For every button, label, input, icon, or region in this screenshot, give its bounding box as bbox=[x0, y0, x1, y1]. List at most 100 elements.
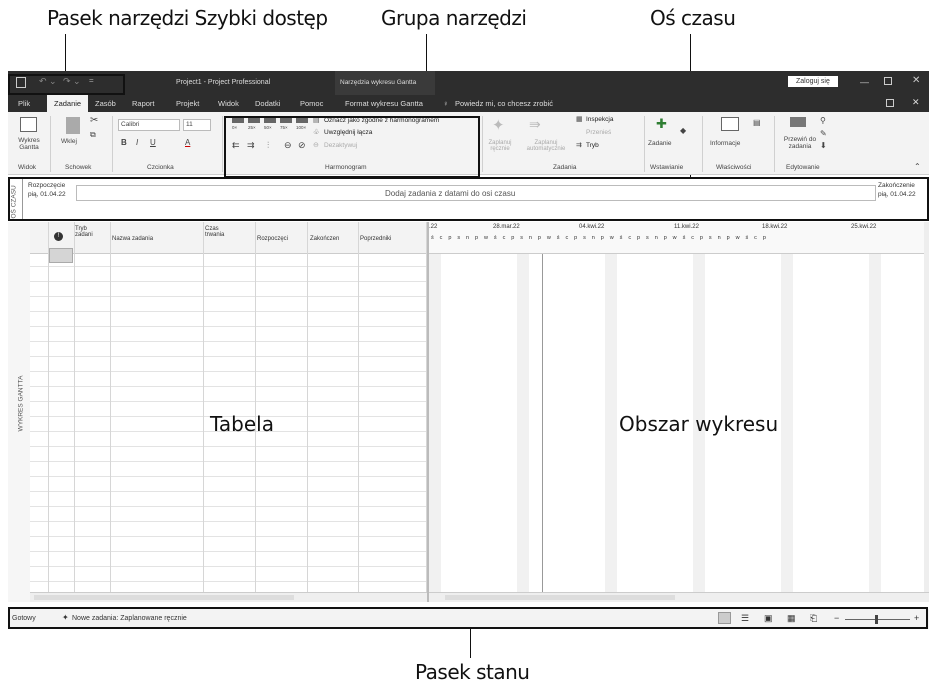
pct-100-button[interactable] bbox=[296, 118, 308, 123]
tell-me-input[interactable]: Powiedz mi, co chcesz zrobić bbox=[455, 99, 553, 108]
bold-button[interactable]: B bbox=[121, 138, 127, 147]
mark-on-track-button[interactable]: Oznacz jako zgodne z harmonogramem bbox=[324, 117, 439, 124]
col-header-start[interactable]: Rozpoczęci bbox=[257, 236, 288, 242]
paste-button[interactable]: Wklej bbox=[61, 138, 77, 145]
report-icon[interactable]: ⎗ bbox=[810, 613, 817, 624]
tab-help[interactable]: Pomoc bbox=[300, 99, 323, 108]
col-header-predecessors[interactable]: Poprzedniki bbox=[360, 236, 391, 242]
move-button[interactable]: Przenieś bbox=[586, 129, 611, 136]
close-doc-icon[interactable]: ✕ bbox=[912, 97, 920, 108]
copy-icon[interactable]: ⧉ bbox=[90, 130, 96, 140]
maximize-icon[interactable] bbox=[884, 77, 892, 85]
task-usage-icon[interactable]: ☰ bbox=[741, 613, 749, 624]
split-icon[interactable]: ⫶ bbox=[267, 140, 269, 151]
font-size-select[interactable]: 11 bbox=[183, 119, 211, 131]
col-header-task-name[interactable]: Nazwa zadania bbox=[112, 236, 153, 242]
minimize-icon[interactable]: — bbox=[860, 77, 869, 87]
pct-50-button[interactable] bbox=[264, 118, 276, 123]
col-header-finish[interactable]: Zakończen bbox=[310, 236, 339, 242]
milestone-icon[interactable]: ◆ bbox=[680, 126, 686, 135]
gantt-view-icon[interactable] bbox=[718, 612, 731, 624]
title-bar: ↶ ⌄ ↷ ⌄ = Project1 - Project Professiona… bbox=[8, 71, 929, 95]
callout-tool-group: Grupa narzędzi bbox=[381, 6, 527, 30]
callout-qat: Pasek narzędzi Szybki dostęp bbox=[47, 6, 328, 30]
information-button[interactable]: Informacje bbox=[710, 140, 740, 147]
pct-25-button[interactable] bbox=[248, 118, 260, 123]
chart-area[interactable]: .22 28.mar.22 04.kwi.22 11.kwi.22 18.kwi… bbox=[429, 222, 924, 592]
auto-schedule-button[interactable]: Zaplanuj automatycznie bbox=[520, 140, 572, 152]
underline-button[interactable]: U bbox=[150, 138, 156, 147]
day-headers: ś c p s n p w ś c p s n p w ś c p s n p … bbox=[431, 235, 769, 241]
window-title: Project1 - Project Professional bbox=[176, 79, 271, 86]
mode-button[interactable]: Tryb bbox=[586, 142, 599, 149]
chart-h-scrollbar[interactable] bbox=[429, 592, 929, 602]
pct-100-label: 100× bbox=[296, 125, 307, 130]
pct-25-label: 25× bbox=[248, 125, 256, 130]
vertical-scrollbar[interactable] bbox=[924, 222, 929, 592]
tab-resource[interactable]: Zasób bbox=[95, 99, 116, 108]
ribbon-options-icon[interactable] bbox=[886, 99, 894, 107]
timeline-side-label: OŚ CZASU bbox=[10, 185, 18, 219]
notes-icon[interactable]: ▤ bbox=[753, 118, 761, 127]
gantt-chart-button[interactable]: Wykres Gantta bbox=[10, 137, 48, 151]
unlink-icon[interactable]: ⊘ bbox=[298, 140, 306, 151]
redo-icon[interactable]: ↷ ⌄ bbox=[63, 76, 81, 87]
zoom-in-icon[interactable]: + bbox=[914, 613, 919, 623]
timeline-end-date: pią, 01.04.22 bbox=[878, 191, 916, 198]
task-insert-button[interactable]: Zadanie bbox=[648, 140, 672, 147]
inspect-button[interactable]: Inspekcja bbox=[586, 116, 613, 123]
sign-in-button[interactable]: Zaloguj się bbox=[788, 76, 838, 87]
leader-status-bar bbox=[470, 628, 471, 658]
qat-customize-icon[interactable]: = bbox=[89, 76, 94, 85]
week-header: 04.kwi.22 bbox=[579, 224, 605, 230]
font-color-button[interactable]: A bbox=[185, 138, 190, 147]
timeline-start-label: Rozpoczęcie bbox=[28, 182, 66, 189]
tab-file[interactable]: Plik bbox=[18, 99, 30, 108]
week-header: .22 bbox=[429, 224, 438, 230]
task-table: ! Tryb zadani Nazwa zadania Czas trwania… bbox=[30, 222, 427, 592]
callout-timeline: Oś czasu bbox=[650, 6, 736, 30]
link-icon[interactable]: ⊖ bbox=[284, 140, 292, 151]
font-name-select[interactable]: Calibri bbox=[118, 119, 180, 131]
insert-group-label: Wstawianie bbox=[650, 164, 684, 171]
team-planner-icon[interactable]: ▣ bbox=[764, 613, 773, 624]
font-group-label: Czcionka bbox=[147, 164, 174, 171]
pct-0-button[interactable] bbox=[232, 118, 244, 123]
timeline-bar[interactable]: Dodaj zadania z datami do osi czasu bbox=[76, 185, 876, 201]
resource-sheet-icon[interactable]: ▦ bbox=[787, 613, 796, 624]
cut-icon[interactable]: ✂ bbox=[90, 115, 98, 126]
timeline-start-date: pią, 01.04.22 bbox=[28, 191, 66, 198]
tab-format[interactable]: Format wykresu Gantta bbox=[345, 99, 423, 108]
lightbulb-icon: ♀ bbox=[443, 99, 449, 108]
new-tasks-mode[interactable]: Nowe zadania: Zaplanowane ręcznie bbox=[72, 615, 187, 622]
zoom-out-icon[interactable]: − bbox=[834, 613, 839, 623]
tab-addins[interactable]: Dodatki bbox=[255, 99, 280, 108]
inactivate-button[interactable]: Dezaktywuj bbox=[324, 142, 357, 149]
tab-report[interactable]: Raport bbox=[132, 99, 155, 108]
table-h-scrollbar[interactable] bbox=[30, 592, 427, 602]
gantt-side-label: WYKRES GANTTA bbox=[17, 375, 25, 432]
row-selector[interactable] bbox=[49, 248, 73, 263]
zoom-thumb[interactable] bbox=[875, 615, 878, 624]
pct-75-button[interactable] bbox=[280, 118, 292, 123]
undo-icon[interactable]: ↶ ⌄ bbox=[39, 76, 57, 87]
fill-icon[interactable]: ⬇ bbox=[820, 141, 827, 150]
respect-links-button[interactable]: Uwzględnij łącza bbox=[324, 129, 372, 136]
week-header: 28.mar.22 bbox=[493, 224, 520, 230]
col-header-duration[interactable]: Czas trwania bbox=[205, 226, 233, 238]
italic-button[interactable]: I bbox=[136, 138, 138, 147]
find-icon[interactable]: ⚲ bbox=[820, 116, 826, 125]
collapse-ribbon-icon[interactable]: ⌃ bbox=[914, 162, 921, 171]
timeline-pane: OŚ CZASU Rozpoczęcie pią, 01.04.22 Dodaj… bbox=[8, 177, 929, 220]
tab-project[interactable]: Projekt bbox=[176, 99, 199, 108]
manual-schedule-button[interactable]: Zaplanuj ręcznie bbox=[482, 140, 518, 152]
tab-task[interactable]: Zadanie bbox=[47, 95, 89, 112]
col-header-task-mode[interactable]: Tryb zadani bbox=[75, 226, 103, 238]
save-icon[interactable] bbox=[16, 77, 26, 88]
scroll-to-task-button[interactable]: Przewiń do zadania bbox=[780, 136, 820, 150]
tab-view[interactable]: Widok bbox=[218, 99, 239, 108]
clear-icon[interactable]: ✎ bbox=[820, 129, 827, 138]
close-icon[interactable]: ✕ bbox=[912, 75, 920, 86]
outdent-icon[interactable]: ⇇ bbox=[232, 140, 240, 151]
indent-icon[interactable]: ⇉ bbox=[247, 140, 255, 151]
